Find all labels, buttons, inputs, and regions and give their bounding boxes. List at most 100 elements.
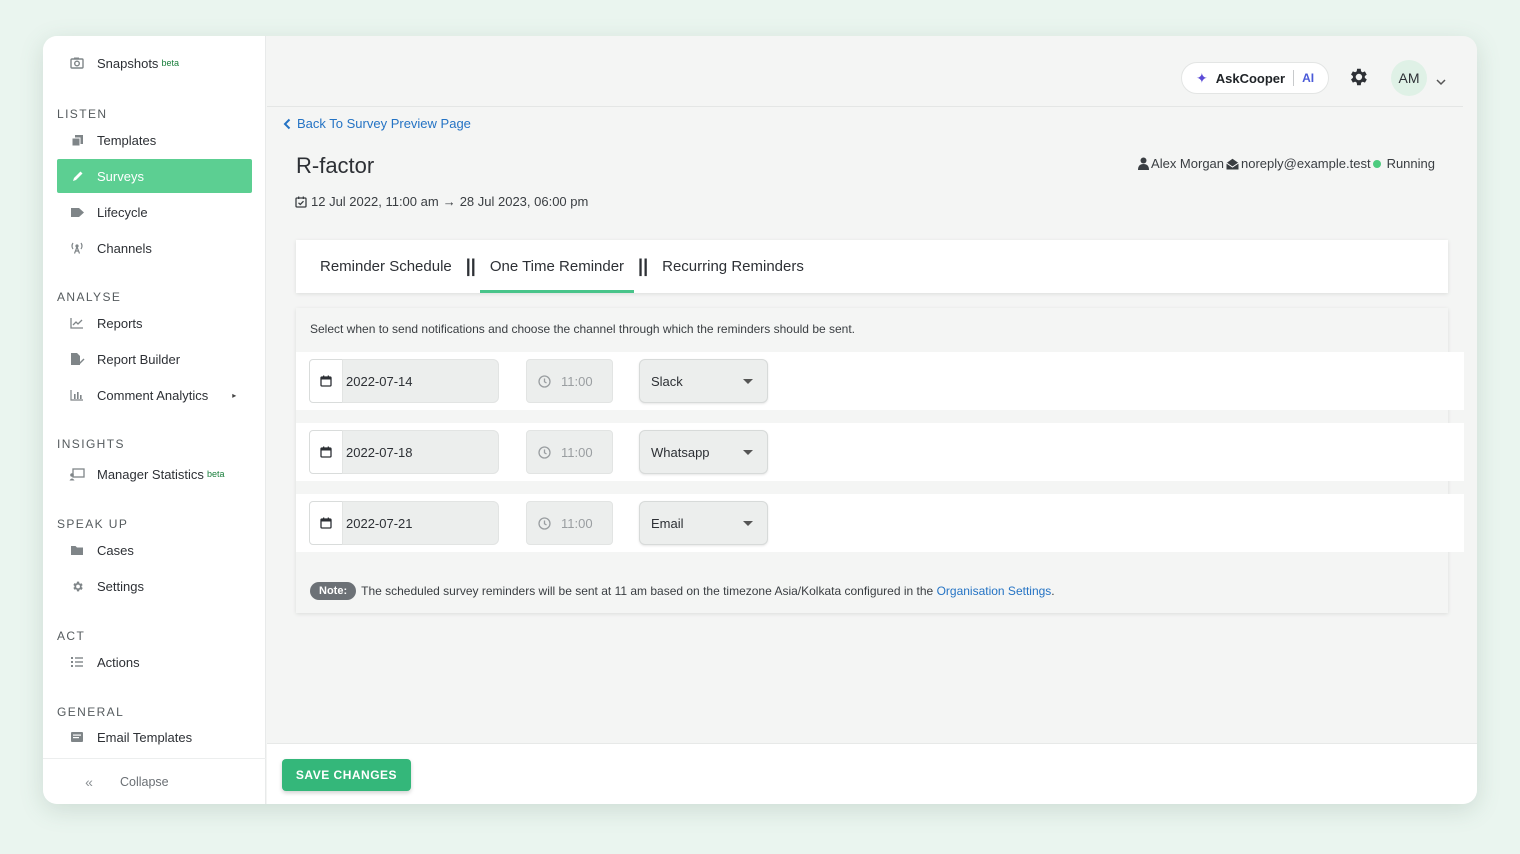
note: Note: The scheduled survey reminders wil… — [310, 582, 1055, 600]
sidebar-item-surveys[interactable]: Surveys — [57, 159, 252, 193]
sidebar-item-label: Cases — [97, 542, 134, 558]
status-dot — [1372, 159, 1381, 168]
channel-select[interactable]: Whatsapp — [639, 430, 768, 474]
bar-chart-icon — [57, 389, 97, 401]
reminder-row: 11:00 Email — [296, 494, 1464, 552]
save-changes-button[interactable]: SAVE CHANGES — [282, 759, 411, 791]
clock-icon — [538, 516, 551, 530]
date-input[interactable] — [342, 430, 499, 474]
sidebar-item-channels[interactable]: Channels — [57, 231, 252, 265]
channel-select[interactable]: Slack — [639, 359, 768, 403]
time-value: 11:00 — [561, 444, 593, 460]
page-title: R-factor — [296, 153, 375, 178]
sidebar-item-lifecycle[interactable]: Lifecycle — [57, 195, 252, 229]
camera-icon — [57, 57, 97, 69]
tab-separator: || — [465, 256, 476, 276]
owner-name: Alex Morgan — [1151, 156, 1225, 171]
date-range: 12 Jul 2022, 11:00 am → 28 Jul 2023, 06:… — [295, 194, 588, 209]
note-end: . — [1051, 584, 1055, 598]
askcooper-button[interactable]: ✦ AskCooper AI — [1181, 62, 1329, 94]
time-value: 11:00 — [561, 373, 593, 389]
arrow-right-icon: → — [442, 194, 456, 209]
pencil-icon — [57, 170, 97, 183]
reminders-card: Select when to send notifications and ch… — [296, 308, 1464, 613]
calendar-icon[interactable] — [309, 359, 343, 403]
copy-icon — [57, 134, 97, 147]
channel-value: Email — [651, 515, 684, 531]
note-badge: Note: — [310, 582, 357, 600]
calendar-icon[interactable] — [309, 430, 343, 474]
organisation-settings-link[interactable]: Organisation Settings — [937, 584, 1052, 598]
section-label-analyse: ANALYSE — [57, 290, 122, 304]
collapse-button[interactable]: « Collapse — [43, 758, 266, 804]
channel-select[interactable]: Email — [639, 501, 768, 545]
gear-icon — [57, 580, 97, 593]
tab-recurring-reminders[interactable]: Recurring Reminders — [652, 240, 814, 293]
survey-meta: Alex Morgan noreply@example.test Running — [1138, 156, 1435, 171]
app-window: Snapshots beta LISTEN Templates Surveys L… — [43, 36, 1477, 804]
sidebar: Snapshots beta LISTEN Templates Surveys L… — [43, 36, 266, 804]
collapse-label: Collapse — [120, 774, 169, 789]
sidebar-item-label: Email Templates — [97, 729, 193, 745]
clock-icon — [538, 374, 551, 388]
sidebar-item-label: Comment Analytics — [97, 387, 209, 403]
sidebar-item-label: Channels — [97, 240, 152, 256]
ai-label: AI — [1302, 71, 1315, 85]
tab-one-time-reminder[interactable]: One Time Reminder — [479, 240, 635, 293]
envelope-open-icon — [1226, 158, 1239, 169]
flag-icon — [57, 207, 97, 218]
sidebar-item-label: Surveys — [97, 168, 144, 184]
sidebar-item-reports[interactable]: Reports — [57, 306, 252, 340]
sidebar-item-label: Settings — [97, 578, 144, 594]
calendar-icon[interactable] — [309, 501, 343, 545]
section-label-insights: INSIGHTS — [57, 437, 125, 451]
chevron-down-icon[interactable] — [1435, 74, 1447, 86]
tab-reminder-schedule[interactable]: Reminder Schedule — [310, 240, 462, 293]
status-badge: Running — [1386, 156, 1435, 171]
sidebar-item-actions[interactable]: Actions — [57, 645, 252, 679]
note-text: The scheduled survey reminders will be s… — [361, 584, 934, 598]
user-icon — [1138, 157, 1150, 170]
date-input[interactable] — [342, 359, 499, 403]
settings-gear-icon[interactable] — [1347, 66, 1369, 88]
sidebar-item-email-templates[interactable]: Email Templates — [57, 720, 252, 754]
sidebar-item-comment-analytics[interactable]: Comment Analytics ▸ — [57, 378, 252, 412]
sidebar-item-label: Snapshots — [97, 55, 159, 71]
envelope-icon — [57, 731, 97, 743]
start-date: 12 Jul 2022, 11:00 am — [311, 194, 439, 209]
back-link[interactable]: Back To Survey Preview Page — [283, 116, 471, 131]
sidebar-item-snapshots[interactable]: Snapshots beta — [57, 46, 252, 80]
topbar: ✦ AskCooper AI AM — [267, 36, 1463, 107]
sidebar-item-templates[interactable]: Templates — [57, 123, 252, 157]
presentation-icon — [57, 467, 97, 481]
line-chart-icon — [57, 317, 97, 329]
time-input[interactable]: 11:00 — [526, 430, 613, 474]
sidebar-item-label: Manager Statistics — [97, 466, 204, 482]
sidebar-item-manager-statistics[interactable]: Manager Statistics beta — [57, 457, 252, 491]
time-value: 11:00 — [561, 515, 593, 531]
channel-value: Slack — [651, 373, 683, 389]
avatar[interactable]: AM — [1391, 60, 1427, 96]
caret-down-icon — [743, 379, 753, 384]
time-input[interactable]: 11:00 — [526, 359, 613, 403]
sidebar-item-label: Reports — [97, 315, 143, 331]
sidebar-item-settings[interactable]: Settings — [57, 569, 252, 603]
footer-bar: SAVE CHANGES — [267, 743, 1477, 804]
folder-icon — [57, 544, 97, 556]
section-label-speak-up: SPEAK UP — [57, 517, 129, 531]
sidebar-item-label: Templates — [97, 132, 157, 148]
owner-email: noreply@example.test — [1241, 156, 1371, 171]
chevron-left-icon — [283, 118, 291, 129]
sidebar-item-label: Lifecycle — [97, 204, 148, 220]
file-edit-icon — [57, 352, 97, 366]
sidebar-item-report-builder[interactable]: Report Builder — [57, 342, 252, 376]
time-input[interactable]: 11:00 — [526, 501, 613, 545]
sidebar-item-cases[interactable]: Cases — [57, 533, 252, 567]
reminder-tabs: Reminder Schedule || One Time Reminder |… — [296, 240, 1448, 293]
beta-badge: beta — [161, 58, 179, 68]
caret-down-icon — [743, 450, 753, 455]
date-input[interactable] — [342, 501, 499, 545]
tab-separator: || — [638, 256, 649, 276]
back-link-label: Back To Survey Preview Page — [297, 116, 471, 131]
caret-right-icon: ▸ — [232, 390, 237, 400]
